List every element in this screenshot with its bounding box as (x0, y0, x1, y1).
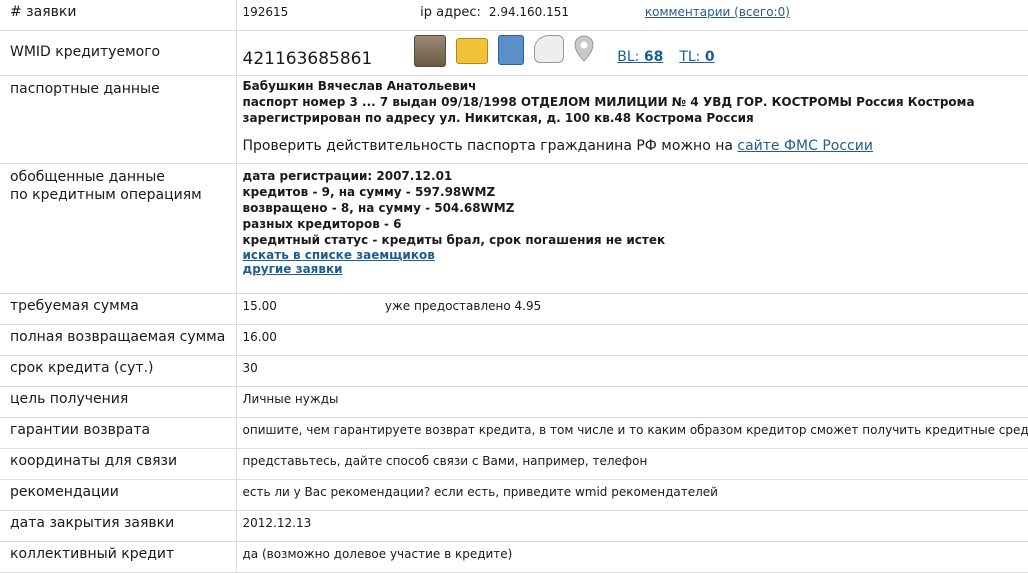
row-close-date: дата закрытия заявки 2012.12.13 (0, 511, 1028, 542)
bl-tl-ratings: BL: 68 TL: 0 (617, 49, 714, 65)
row-collective: коллективный кредит да (возможно долевое… (0, 542, 1028, 573)
row-term: срок кредита (сут.) 30 (0, 356, 1028, 387)
already-value: 4.95 (515, 299, 542, 313)
row-value: дата регистрации: 2007.12.01 кредитов - … (236, 164, 1028, 294)
photo-portrait-icon[interactable] (414, 35, 446, 67)
row-passport: паспортные данные Бабушкин Вячеслав Анат… (0, 76, 1028, 164)
already-label: уже предоставлено (385, 299, 511, 313)
row-value: 2012.12.13 (236, 511, 1028, 542)
row-label: паспортные данные (0, 76, 236, 164)
row-value: 421163685861 BL: 68 TL: 0 (236, 31, 1028, 76)
other-requests-link[interactable]: другие заявки (243, 262, 1028, 276)
row-value: представьтесь, дайте способ связи с Вами… (236, 449, 1028, 480)
row-return-amount: полная возвращаемая сумма 16.00 (0, 325, 1028, 356)
certificate-icon[interactable] (534, 35, 564, 63)
row-credit-summary: обобщенные данные по кредитным операциям… (0, 164, 1028, 294)
row-value: 30 (236, 356, 1028, 387)
row-purpose: цель получения Личные нужды (0, 387, 1028, 418)
row-value: Бабушкин Вячеслав Анатольевич паспорт но… (236, 76, 1028, 164)
passport-address: зарегистрирован по адресу ул. Никитская,… (243, 110, 1028, 126)
loan-request-table: # заявки 192615 ip адрес: 2.94.160.151 ко… (0, 0, 1028, 573)
comments-link[interactable]: комментарии (всего:0) (645, 5, 790, 19)
ip-label: ip адрес: (420, 5, 481, 20)
tl-link[interactable]: TL: 0 (679, 49, 714, 65)
row-label: обобщенные данные по кредитным операциям (0, 164, 236, 294)
row-label: требуемая сумма (0, 294, 236, 325)
row-value: 16.00 (236, 325, 1028, 356)
tl-label: TL: (679, 49, 700, 65)
credit-status: кредитный статус - кредиты брал, срок по… (243, 232, 1028, 248)
ip-value: 2.94.160.151 (489, 5, 569, 19)
bl-label: BL: (617, 49, 639, 65)
tl-value: 0 (705, 49, 715, 65)
passport-check: Проверить действительность паспорта граж… (243, 138, 1028, 154)
location-pin-icon[interactable] (573, 35, 595, 63)
row-label: WMID кредитуемого (0, 31, 236, 76)
bl-value: 68 (644, 49, 663, 65)
row-value: есть ли у Вас рекомендации? если есть, п… (236, 480, 1028, 511)
row-recommendations: рекомендации есть ли у Вас рекомендации?… (0, 480, 1028, 511)
row-value: опишите, чем гарантируете возврат кредит… (236, 418, 1028, 449)
row-value: Личные нужды (236, 387, 1028, 418)
row-guarantee: гарантии возврата опишите, чем гарантиру… (0, 418, 1028, 449)
row-value: 15.00 уже предоставлено 4.95 (236, 294, 1028, 325)
row-label: цель получения (0, 387, 236, 418)
row-amount: требуемая сумма 15.00 уже предоставлено 4… (0, 294, 1028, 325)
row-request-number: # заявки 192615 ip адрес: 2.94.160.151 ко… (0, 0, 1028, 31)
row-label: дата закрытия заявки (0, 511, 236, 542)
credits-returned: возвращено - 8, на сумму - 504.68WMZ (243, 200, 1028, 216)
row-label: рекомендации (0, 480, 236, 511)
row-label: координаты для связи (0, 449, 236, 480)
creditors-count: разных кредиторов - 6 (243, 216, 1028, 232)
row-wmid: WMID кредитуемого 421163685861 BL: 68 TL:… (0, 31, 1028, 76)
request-number: 192615 (243, 5, 289, 19)
search-borrowers-link[interactable]: искать в списке заемщиков (243, 248, 1028, 262)
reg-date: дата регистрации: 2007.12.01 (243, 168, 1028, 184)
attestat-icons (414, 35, 601, 67)
row-label-line1: обобщенные данные (10, 168, 236, 186)
row-contacts: координаты для связи представьтесь, дайт… (0, 449, 1028, 480)
row-label-line2: по кредитным операциям (10, 186, 236, 204)
row-value: да (возможно долевое участие в кредите) (236, 542, 1028, 573)
fms-link[interactable]: сайте ФМС России (737, 138, 873, 154)
credits-total: кредитов - 9, на сумму - 597.98WMZ (243, 184, 1028, 200)
row-label: полная возвращаемая сумма (0, 325, 236, 356)
amount-value: 15.00 (243, 299, 277, 313)
passport-check-text: Проверить действительность паспорта граж… (243, 138, 733, 154)
passport-icon[interactable] (498, 35, 524, 65)
passport-issued: паспорт номер 3 ... 7 выдан 09/18/1998 О… (243, 94, 1028, 110)
row-label: срок кредита (сут.) (0, 356, 236, 387)
row-value: 192615 ip адрес: 2.94.160.151 комментарии… (236, 0, 1028, 31)
wmid-number: 421163685861 (243, 49, 373, 69)
passport-name: Бабушкин Вячеслав Анатольевич (243, 78, 1028, 94)
row-label: гарантии возврата (0, 418, 236, 449)
bl-link[interactable]: BL: 68 (617, 49, 663, 65)
row-label: # заявки (0, 0, 236, 31)
row-label: коллективный кредит (0, 542, 236, 573)
id-card-icon[interactable] (456, 38, 488, 64)
